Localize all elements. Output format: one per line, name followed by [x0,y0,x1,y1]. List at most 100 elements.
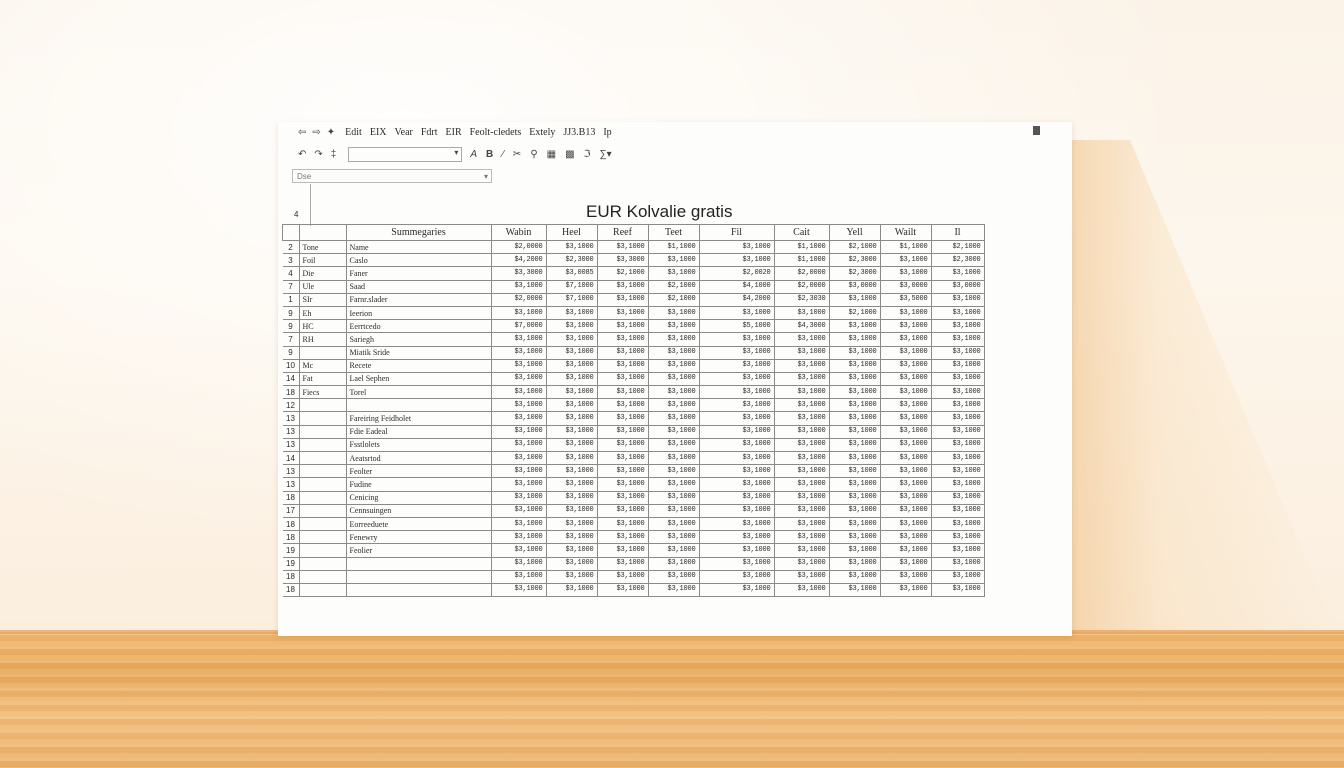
table-cell[interactable]: $3,1000 [698,437,775,453]
table-cell[interactable]: $3,0085 [545,266,598,281]
pin-icon[interactable]: ✦ [327,127,335,138]
back-icon[interactable]: ⇦ [298,127,306,138]
table-cell[interactable]: $3,1000 [879,266,932,281]
table-cell[interactable] [298,411,347,426]
table-cell[interactable]: $3,1000 [490,398,547,413]
table-cell[interactable] [298,516,347,532]
table-cell[interactable] [298,530,347,545]
table-cell[interactable] [298,437,347,453]
table-cell[interactable]: $3,1000 [698,516,775,532]
table-cell[interactable]: $2,3000 [828,253,881,268]
table-cell[interactable]: $3,1000 [698,345,775,360]
table-cell[interactable] [298,464,347,479]
table-cell[interactable] [298,477,347,492]
table-cell[interactable]: $3,1000 [879,530,932,545]
row-number[interactable]: 17 [282,503,300,518]
row-number[interactable]: 18 [282,516,300,532]
table-cell[interactable]: $3,1000 [930,543,985,558]
column-header[interactable]: Yell [828,224,881,241]
row-number[interactable]: 9 [282,345,300,360]
table-cell[interactable]: $3,1000 [828,345,881,360]
table-cell[interactable]: $3,0000 [879,279,932,294]
table-cell[interactable]: $3,1000 [879,503,932,518]
pen-icon[interactable]: ⁄ [502,149,504,160]
table-cell[interactable] [345,582,492,598]
table-cell[interactable]: $7,1000 [545,292,598,307]
column-header[interactable]: Heel [545,224,598,241]
table-cell[interactable]: Fudine [345,477,492,492]
grid-icon[interactable]: ▩ [565,149,574,160]
row-number[interactable]: 9 [282,305,300,321]
table-cell[interactable]: $3,1000 [698,358,775,373]
column-header[interactable] [282,224,300,241]
table-cell[interactable]: RH [298,332,347,347]
table-cell[interactable]: $2,3000 [545,253,598,268]
forward-icon[interactable]: ⇨ [312,127,320,138]
table-cell[interactable]: $3,1000 [596,477,649,492]
table-cell[interactable]: $3,1000 [545,569,598,584]
table-cell[interactable]: $3,1000 [930,516,985,532]
table-cell[interactable]: $3,1000 [773,543,830,558]
format-icon[interactable]: ℑ [584,149,591,160]
table-cell[interactable]: $3,1000 [596,319,649,334]
menu-item[interactable]: EIR [446,127,462,138]
table-cell[interactable]: $3,1000 [828,332,881,347]
table-cell[interactable]: $3,1000 [647,582,700,598]
table-cell[interactable]: $7,0000 [490,319,547,334]
table-cell[interactable]: $3,1000 [930,305,985,321]
table-cell[interactable]: $2,0000 [773,279,830,294]
table-cell[interactable]: $3,1000 [828,543,881,558]
table-cell[interactable] [345,398,492,413]
table-cell[interactable]: $3,1000 [647,490,700,505]
table-cell[interactable] [298,569,347,584]
table-cell[interactable]: $3,1000 [698,450,775,466]
table-cell[interactable]: $3,1000 [773,569,830,584]
table-cell[interactable]: $3,1000 [596,239,649,255]
table-cell[interactable]: $3,1000 [930,556,985,571]
table-cell[interactable]: $3,1000 [773,503,830,518]
table-cell[interactable]: $3,1000 [879,516,932,532]
table-cell[interactable]: Saad [345,279,492,294]
column-header[interactable]: Wabin [490,224,547,241]
table-cell[interactable]: $3,1000 [596,371,649,387]
row-number[interactable]: 13 [282,424,300,439]
table-cell[interactable]: $3,1000 [879,319,932,334]
table-cell[interactable]: $3,1000 [698,569,775,584]
table-cell[interactable]: Aeatsrtod [345,450,492,466]
table-cell[interactable]: $3,1000 [828,464,881,479]
menu-item[interactable]: EIX [370,127,387,138]
menu-item[interactable]: Ip [603,127,611,138]
table-cell[interactable]: Farnr.slader [345,292,492,307]
table-cell[interactable] [298,450,347,466]
table-cell[interactable]: $3,1000 [490,411,547,426]
row-number[interactable]: 14 [282,371,300,387]
table-cell[interactable]: Mc [298,358,347,373]
column-header[interactable]: Il [930,224,985,241]
table-cell[interactable]: $3,1000 [930,371,985,387]
table-cell[interactable]: Caslo [345,253,492,268]
table-cell[interactable]: $3,1000 [647,516,700,532]
table-cell[interactable]: $3,1000 [773,371,830,387]
table-cell[interactable] [298,582,347,598]
table-cell[interactable]: $3,1000 [879,437,932,453]
table-cell[interactable]: $3,1000 [596,398,649,413]
table-cell[interactable]: $1,1000 [773,253,830,268]
table-cell[interactable]: $3,1000 [930,385,985,400]
table-cell[interactable]: $3,1000 [773,477,830,492]
table-cell[interactable]: Faner [345,266,492,281]
table-cell[interactable]: $3,1000 [545,582,598,598]
table-cell[interactable]: $5,1000 [698,319,775,334]
table-cell[interactable]: $3,1000 [828,292,881,307]
table-cell[interactable]: $3,1000 [647,305,700,321]
table-cell[interactable]: $3,1000 [930,424,985,439]
table-cell[interactable]: Name [345,239,492,255]
table-cell[interactable]: $3,3000 [490,266,547,281]
table-cell[interactable]: $3,1000 [879,358,932,373]
table-cell[interactable]: Sariegh [345,332,492,347]
row-number[interactable]: 13 [282,477,300,492]
table-cell[interactable]: $3,1000 [596,490,649,505]
row-number[interactable]: 3 [282,253,300,268]
bold-icon[interactable]: B [486,149,493,160]
row-number[interactable]: 12 [282,398,300,413]
row-number[interactable]: 18 [282,385,300,400]
